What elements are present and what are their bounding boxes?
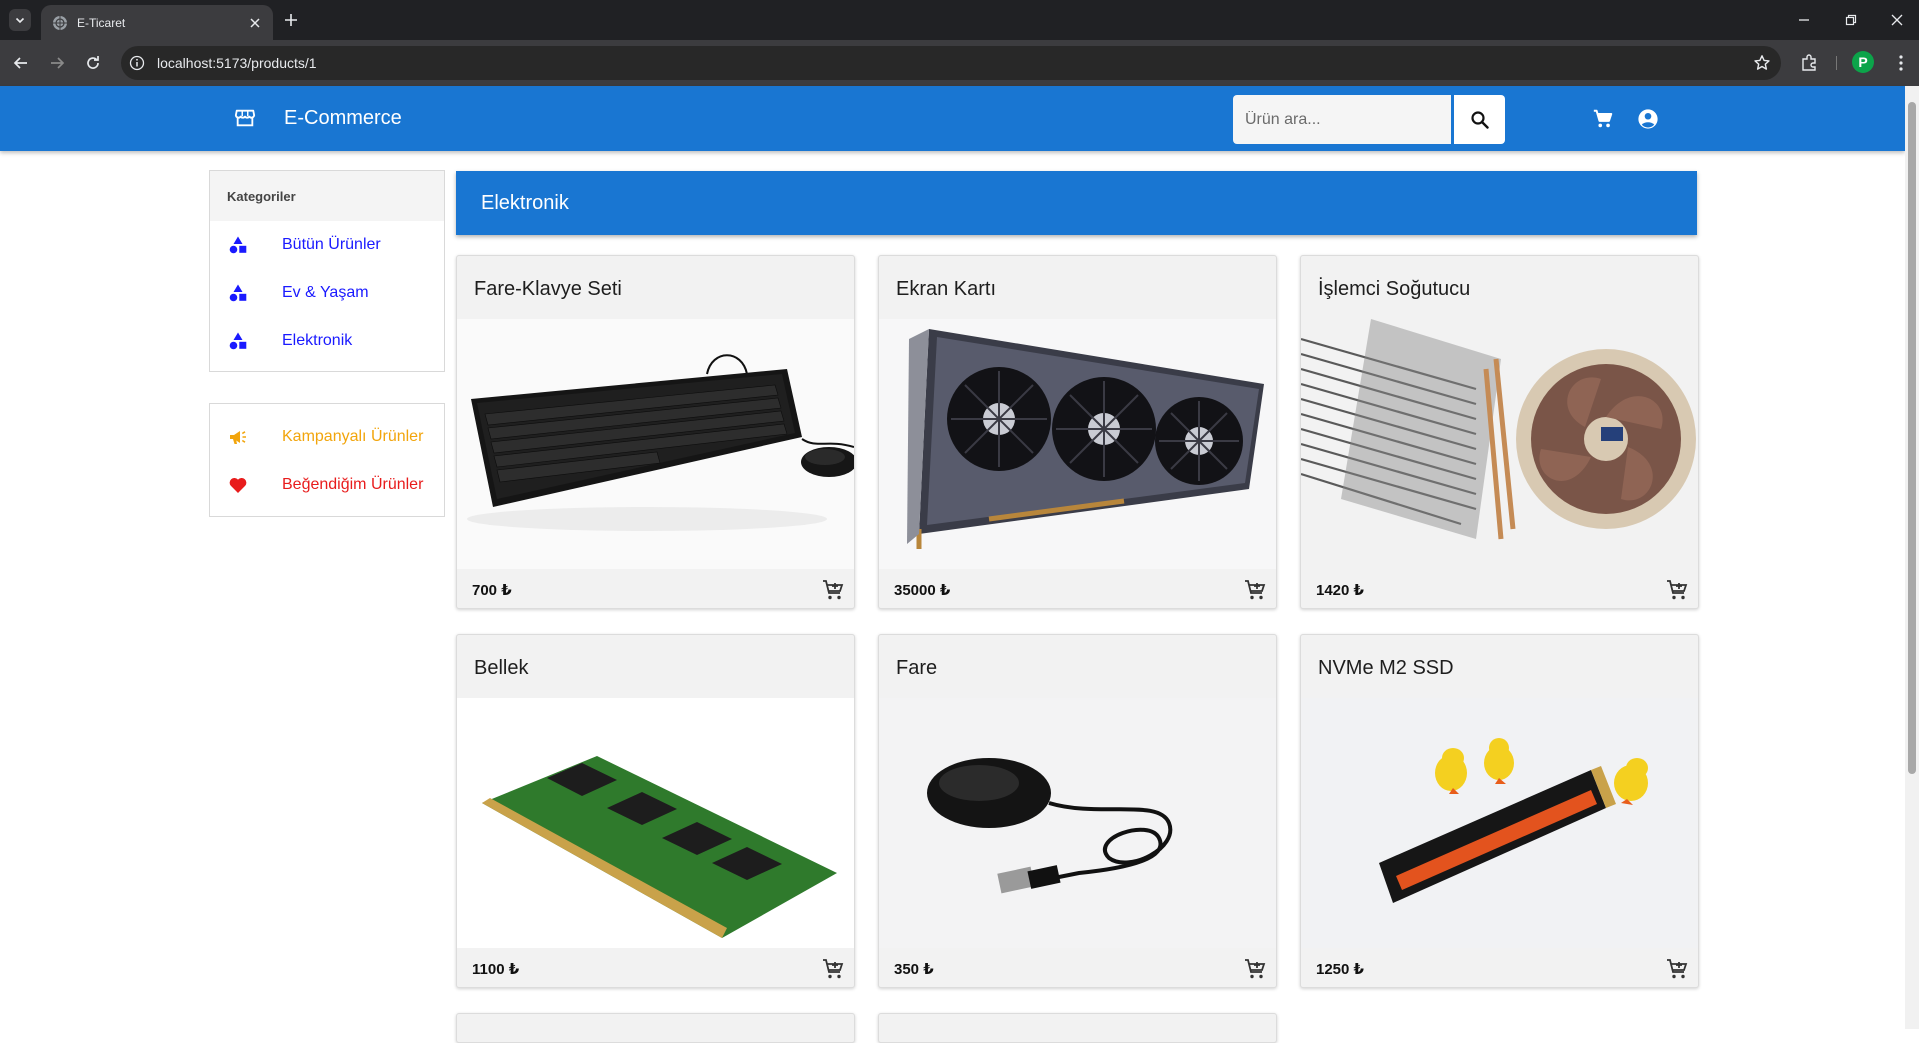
restore-icon[interactable] — [1843, 12, 1859, 28]
add-to-cart-icon[interactable] — [1665, 957, 1689, 981]
ram-module-image — [457, 698, 854, 948]
search-input[interactable] — [1233, 95, 1451, 144]
sidebar-item-label: Ev & Yaşam — [282, 284, 369, 301]
sidebar-item-all-products[interactable]: Bütün Ürünler — [210, 221, 444, 269]
browser-toolbar: localhost:5173/products/1 P — [0, 40, 1919, 86]
sidebar-item-label: Bütün Ürünler — [282, 236, 381, 253]
tab-title: E-Ticaret — [77, 15, 126, 30]
nvme-ssd-image — [1301, 698, 1698, 948]
brand-title[interactable]: E-Commerce — [284, 107, 402, 130]
sidebar-item-label: Kampanyalı Ürünler — [282, 428, 424, 445]
extensions-icon[interactable] — [1799, 53, 1819, 73]
search-button[interactable] — [1454, 95, 1505, 144]
graphics-card-image — [879, 319, 1276, 569]
bookmark-star-icon[interactable] — [1753, 54, 1771, 72]
product-card[interactable]: Fare 350 ₺ — [878, 634, 1277, 988]
product-image[interactable] — [457, 698, 854, 948]
product-image[interactable] — [1301, 319, 1698, 569]
close-icon — [250, 17, 260, 28]
sidebar-item-campaign-products[interactable]: Kampanyalı Ürünler — [210, 413, 444, 461]
campaign-icon — [230, 431, 246, 444]
category-title: Elektronik — [481, 192, 569, 214]
product-name[interactable]: Fare — [896, 657, 937, 680]
browser-tab[interactable]: E-Ticaret — [41, 5, 273, 40]
extras-panel: Kampanyalı Ürünler Beğendiğim Ürünler — [209, 403, 445, 517]
product-image[interactable] — [1301, 698, 1698, 948]
category-panel: Kategoriler Bütün Ürünler Ev & Yaşam Ele… — [209, 170, 445, 372]
product-image[interactable] — [879, 698, 1276, 948]
category-title-banner: Elektronik — [456, 171, 1697, 235]
product-name[interactable]: İşlemci Soğutucu — [1318, 278, 1470, 301]
browser-tab-strip: E-Ticaret — [0, 0, 1919, 40]
category-icon — [229, 332, 247, 350]
add-to-cart-icon[interactable] — [1243, 957, 1267, 981]
product-image[interactable] — [457, 319, 854, 569]
sidebar-item-electronics[interactable]: Elektronik — [210, 317, 444, 365]
add-to-cart-icon[interactable] — [1243, 578, 1267, 602]
back-arrow-icon[interactable] — [12, 54, 30, 72]
forward-arrow-icon[interactable] — [48, 54, 66, 72]
storefront-icon[interactable] — [234, 107, 256, 129]
sidebar-item-label: Beğendiğim Ürünler — [282, 476, 424, 493]
product-price: 1100 ₺ — [472, 961, 520, 978]
product-card[interactable]: Fare-Klavye Seti 700 ₺ — [456, 255, 855, 609]
product-price: 1250 ₺ — [1316, 961, 1364, 978]
address-bar[interactable]: localhost:5173/products/1 — [121, 46, 1781, 80]
tab-search-button[interactable] — [9, 9, 31, 31]
mouse-image — [879, 698, 1276, 948]
search-icon — [1470, 110, 1489, 129]
sidebar-item-home-living[interactable]: Ev & Yaşam — [210, 269, 444, 317]
product-image[interactable] — [879, 319, 1276, 569]
cpu-cooler-image — [1301, 319, 1698, 569]
category-panel-title: Kategoriler — [210, 171, 444, 221]
scrollbar-thumb[interactable] — [1908, 102, 1916, 774]
product-card[interactable]: NVMe M2 SSD 1250 ₺ — [1300, 634, 1699, 988]
close-tab-button[interactable] — [247, 15, 263, 31]
shopping-cart-icon[interactable] — [1592, 108, 1614, 130]
page-scrollbar[interactable] — [1905, 86, 1919, 1029]
keyboard-mouse-image — [457, 319, 854, 569]
add-to-cart-icon[interactable] — [821, 957, 845, 981]
product-price: 350 ₺ — [894, 961, 934, 978]
product-card[interactable]: Bellek 1100 ₺ — [456, 634, 855, 988]
product-price: 1420 ₺ — [1316, 582, 1364, 599]
product-name[interactable]: NVMe M2 SSD — [1318, 657, 1454, 680]
product-card[interactable] — [878, 1013, 1277, 1043]
add-to-cart-icon[interactable] — [1665, 578, 1689, 602]
category-icon — [229, 236, 247, 254]
account-circle-icon[interactable] — [1637, 108, 1659, 130]
close-window-icon[interactable] — [1889, 12, 1905, 28]
product-name[interactable]: Fare-Klavye Seti — [474, 278, 622, 301]
product-price: 700 ₺ — [472, 582, 512, 599]
product-name[interactable]: Ekran Kartı — [896, 278, 996, 301]
product-card[interactable]: Ekran Kartı 35000 ₺ — [878, 255, 1277, 609]
product-name[interactable]: Bellek — [474, 657, 528, 680]
product-card[interactable]: İşlemci Soğutucu 1420 ₺ — [1300, 255, 1699, 609]
reload-icon[interactable] — [84, 54, 102, 72]
chevron-down-icon — [15, 17, 25, 24]
sidebar-item-label: Elektronik — [282, 332, 353, 349]
heart-icon — [229, 477, 247, 493]
url-text: localhost:5173/products/1 — [157, 55, 317, 71]
toolbar-divider — [1836, 56, 1837, 70]
profile-avatar[interactable]: P — [1852, 51, 1874, 73]
sidebar-item-liked-products[interactable]: Beğendiğim Ürünler — [210, 461, 444, 509]
category-icon — [229, 284, 247, 302]
app-header: E-Commerce — [0, 86, 1905, 151]
product-price: 35000 ₺ — [894, 582, 951, 599]
add-to-cart-icon[interactable] — [821, 578, 845, 602]
site-info-icon[interactable] — [129, 55, 145, 71]
minimize-icon[interactable] — [1796, 12, 1812, 28]
more-menu-icon[interactable] — [1891, 53, 1911, 73]
globe-icon — [53, 15, 67, 30]
new-tab-button[interactable] — [282, 11, 300, 29]
product-card[interactable] — [456, 1013, 855, 1043]
